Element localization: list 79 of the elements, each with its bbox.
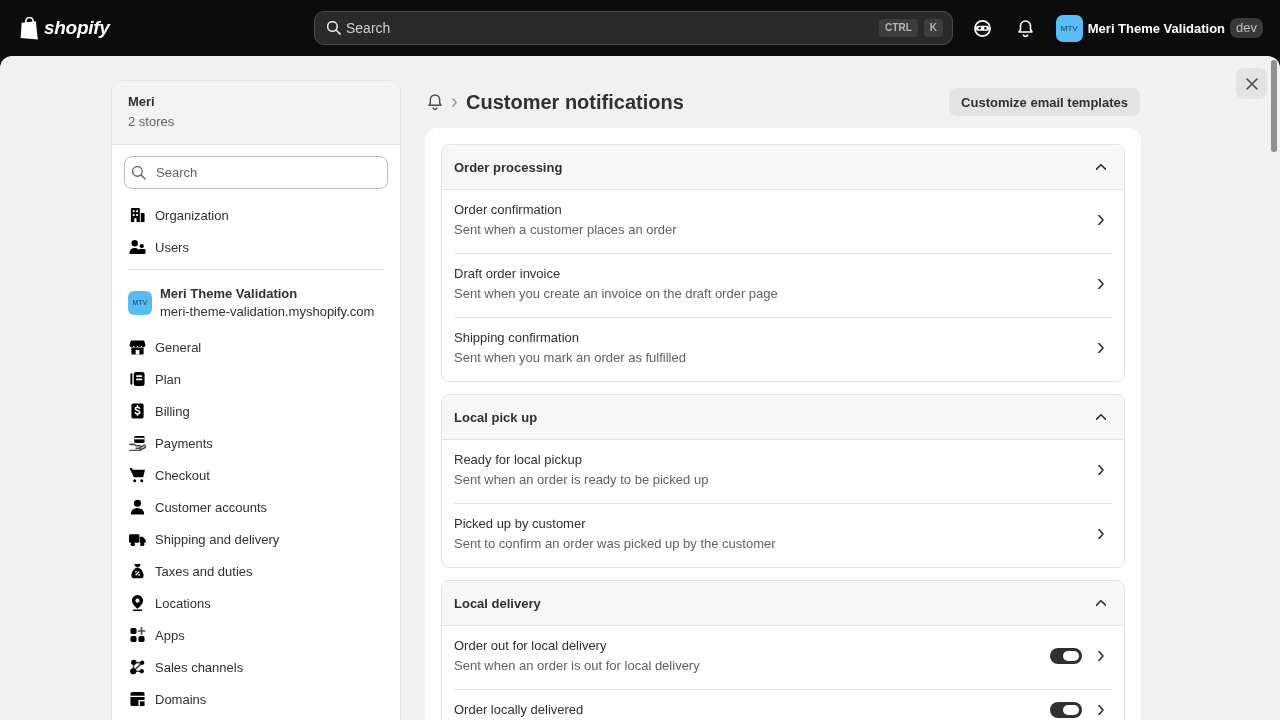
sidebar-item[interactable]: Sales channels [124,651,388,683]
apps-icon [129,627,146,643]
customize-templates-button[interactable]: Customize email templates [949,88,1140,116]
logo-wordmark[interactable]: shopify [44,16,110,40]
sidebar-item[interactable]: General [124,331,388,363]
sidebar-item[interactable]: Plan [124,363,388,395]
sidebar-item[interactable]: Billing [124,395,388,427]
account-name[interactable]: Meri Theme Validation [1087,20,1226,36]
organization-name: Meri [128,93,156,111]
notification-description: Sent when you create an invoice on the draft order page [454,285,779,303]
building-icon [129,207,146,223]
notification-description: Sent to confirm an order was picked up by the customer [454,535,777,553]
store-type-badge: dev [1230,18,1263,38]
notebook-icon [129,371,146,387]
section-header[interactable]: Order processing [442,145,1124,190]
chevron-up-icon [1096,600,1106,606]
sidebar-item[interactable]: Apps [124,619,388,651]
shopping-bag-icon[interactable] [20,16,39,40]
bell-icon[interactable] [428,94,442,110]
nodes-icon [129,659,146,675]
window-layout-icon [129,691,146,707]
sidebar-item[interactable]: Customer accounts [124,491,388,523]
sidebar-item[interactable]: Organization [124,199,388,231]
close-icon [1245,77,1258,90]
sidebar-item[interactable]: Domains [124,683,388,715]
sidebar-item[interactable]: Taxes and duties [124,555,388,587]
chevron-right-icon [452,97,457,107]
dollar-receipt-icon [129,403,146,419]
scrollbar-thumb[interactable] [1271,60,1277,152]
chevron-right-icon[interactable] [1098,465,1104,475]
chevron-up-icon [1096,164,1106,170]
shortcut-key: CTRL [879,19,918,37]
account-avatar[interactable]: MTV [1055,14,1083,42]
bell-icon[interactable] [1017,19,1033,37]
toggle-switch[interactable] [1050,702,1082,718]
sidebar-item[interactable]: Users [124,231,388,263]
chevron-right-icon[interactable] [1098,529,1104,539]
notification-title[interactable]: Draft order invoice [454,264,1098,284]
chevron-right-icon[interactable] [1098,343,1104,353]
money-bag-icon [129,563,146,579]
search-field[interactable]: Search [124,156,388,189]
search-icon [327,21,341,35]
chevron-right-icon[interactable] [1098,705,1104,715]
masked-face-icon[interactable] [973,19,991,37]
notification-title[interactable]: Shipping confirmation [454,328,1098,348]
hand-card-icon [129,435,146,451]
cart-icon [129,467,146,483]
toggle-switch[interactable] [1050,648,1082,664]
sidebar-item[interactable]: Shipping and delivery [124,523,388,555]
chevron-right-icon[interactable] [1098,215,1104,225]
notification-title[interactable]: Ready for local pickup [454,450,1098,470]
sidebar-item[interactable]: Payments [124,427,388,459]
users-icon [129,239,146,255]
person-icon [129,499,146,515]
notification-title[interactable]: Picked up by customer [454,514,1098,534]
section-header[interactable]: Local pick up [442,395,1124,440]
chevron-right-icon[interactable] [1098,651,1104,661]
chevron-right-icon[interactable] [1098,279,1104,289]
store-icon [129,339,146,355]
close-button[interactable] [1236,68,1267,99]
page-title: Customer notifications [466,90,684,115]
store-count: 2 stores [128,113,176,131]
notification-title[interactable]: Order out for local delivery [454,636,1050,656]
notification-title[interactable]: Order confirmation [454,200,1098,220]
sidebar-item[interactable]: Checkout [124,459,388,491]
store-name[interactable]: Meri Theme Validation [160,285,375,303]
store-domain: meri-theme-validation.myshopify.com [160,303,375,321]
notification-description: Sent when a customer places an order [454,221,678,239]
notification-description: Sent when you mark an order as fulfilled [454,349,687,367]
location-pin-icon [129,595,146,611]
notification-description: Sent when an order is ready to be picked up [454,471,710,489]
sidebar-item[interactable]: Locations [124,587,388,619]
search-icon [132,166,146,180]
notification-title[interactable]: Order locally delivered [454,700,1050,720]
truck-icon [129,531,146,547]
section-header[interactable]: Local delivery [442,581,1124,626]
shortcut-key: K [923,19,943,37]
notification-description: Sent when an order is out for local delivery [454,657,701,675]
chevron-up-icon [1096,414,1106,420]
